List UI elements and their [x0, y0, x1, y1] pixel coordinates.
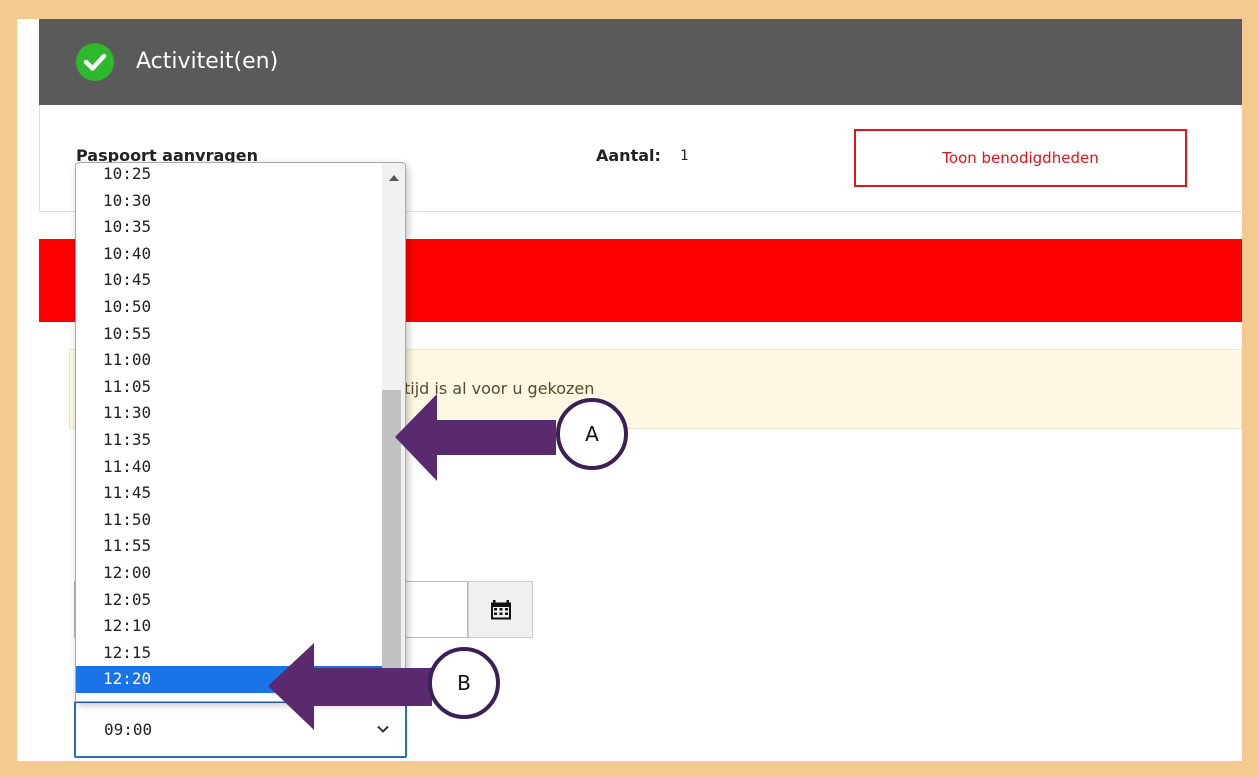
arrow-b — [268, 643, 432, 730]
callout-a: A — [556, 398, 628, 470]
callout-b: B — [428, 647, 500, 719]
annotation-arrows — [268, 394, 556, 730]
arrow-a — [395, 394, 556, 481]
